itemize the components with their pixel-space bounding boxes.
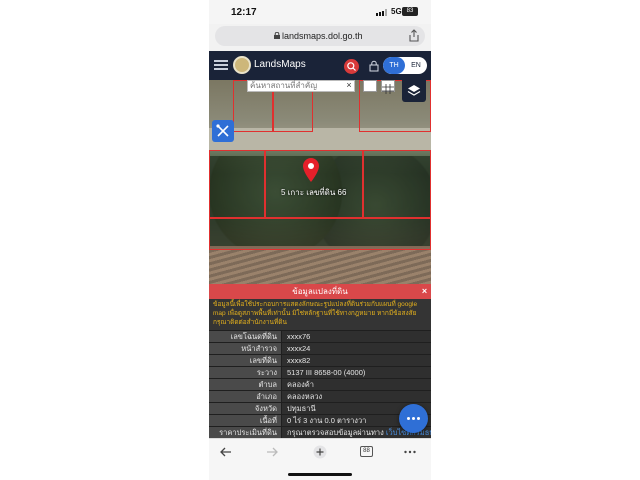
info-row: ตำบล คลองค้า: [209, 378, 431, 390]
info-row: ราคาประเมินที่ดิน กรุณาตรวจสอบข้อมูลผ่าน…: [209, 426, 431, 438]
info-label: เลขที่ดิน: [209, 355, 281, 366]
share-icon[interactable]: [408, 29, 420, 42]
address-bar[interactable]: landsmaps.dol.go.th: [215, 26, 425, 46]
grid-tool-button[interactable]: [381, 80, 395, 94]
browser-toolbar: 88: [209, 438, 431, 480]
app-brand: LandsMaps: [254, 59, 306, 70]
forward-arrow-icon[interactable]: [265, 445, 279, 459]
location-pin-icon[interactable]: [302, 157, 320, 183]
panel-close-button[interactable]: ×: [419, 286, 430, 297]
department-logo: [233, 56, 251, 74]
status-time: 12:17: [231, 7, 257, 18]
info-value: คลองหลวง: [281, 391, 431, 402]
info-label: จังหวัด: [209, 403, 281, 414]
place-search-input[interactable]: [250, 80, 340, 91]
phone-screen: 12:17 5G 83 landsmaps.dol.go.th LandsMap…: [209, 0, 431, 480]
appraisal-text: กรุณาตรวจสอบข้อมูลผ่านทาง: [287, 428, 384, 437]
info-label: ราคาประเมินที่ดิน: [209, 427, 281, 438]
back-arrow-icon[interactable]: [219, 445, 233, 459]
place-search-box[interactable]: [247, 80, 355, 92]
panel-title: ข้อมูลแปลงที่ดิน: [209, 284, 431, 299]
info-value: xxxx82: [281, 355, 431, 366]
parcel-boundary: [363, 150, 431, 218]
draw-tool-button[interactable]: [212, 120, 234, 142]
disclaimer-notice: ข้อมูลนี้เพื่อใช้ประกอบการแสดงลักษณะรูปแ…: [209, 299, 431, 330]
search-icon: [347, 62, 356, 71]
info-label: ระวาง: [209, 367, 281, 378]
hamburger-menu-icon[interactable]: [214, 60, 228, 70]
parcel-info-panel: ข้อมูลแปลงที่ดิน × ข้อมูลนี้เพื่อใช้ประก…: [209, 284, 431, 438]
info-row: เลขที่ดิน xxxx82: [209, 354, 431, 366]
info-label: หน้าสำรวจ: [209, 343, 281, 354]
lock-icon: [274, 32, 280, 39]
language-toggle[interactable]: TH EN: [383, 57, 427, 74]
info-label: เนื้อที่: [209, 415, 281, 426]
measure-tool-button[interactable]: [363, 80, 377, 92]
app-header: LandsMaps TH EN: [209, 51, 431, 80]
info-label: อำเภอ: [209, 391, 281, 402]
parcel-map-label: 5 เกาะ เลขที่ดิน 66: [281, 188, 347, 197]
info-label: เลขโฉนดที่ดิน: [209, 331, 281, 342]
lang-en-button[interactable]: EN: [405, 57, 427, 74]
parcel-boundary: [209, 218, 431, 250]
info-row: เลขโฉนดที่ดิน xxxx76: [209, 330, 431, 342]
signal-icon: [376, 9, 390, 16]
page-url: landsmaps.dol.go.th: [282, 31, 363, 41]
tools-icon: [216, 124, 229, 137]
info-value: 5137 III 8658-00 (4000): [281, 367, 431, 378]
status-bar: 12:17 5G 83: [209, 0, 431, 24]
map-field: [209, 250, 431, 284]
layers-icon: [407, 85, 421, 96]
info-value: xxxx24: [281, 343, 431, 354]
search-button[interactable]: [344, 59, 359, 74]
info-row: หน้าสำรวจ xxxx24: [209, 342, 431, 354]
info-value: xxxx76: [281, 331, 431, 342]
more-dots-icon[interactable]: [403, 445, 417, 459]
parcel-boundary: [209, 150, 265, 218]
info-label: ตำบล: [209, 379, 281, 390]
info-row: จังหวัด ปทุมธานี: [209, 402, 431, 414]
info-row: เนื้อที่ 0 ไร่ 3 งาน 0.0 ตารางวา: [209, 414, 431, 426]
battery-icon: 83: [402, 7, 418, 16]
satellite-map[interactable]: × 5 เกาะ เลขที่ดิน 66: [209, 80, 431, 284]
more-options-fab[interactable]: [399, 404, 428, 433]
new-tab-plus-icon[interactable]: [312, 445, 328, 459]
lang-th-button[interactable]: TH: [383, 57, 405, 74]
home-indicator[interactable]: [288, 473, 352, 476]
info-row: อำเภอ คลองหลวง: [209, 390, 431, 402]
network-type: 5G: [391, 7, 402, 16]
info-value: คลองค้า: [281, 379, 431, 390]
layers-button[interactable]: [402, 80, 426, 102]
info-row: ระวาง 5137 III 8658-00 (4000): [209, 366, 431, 378]
search-clear-button[interactable]: ×: [343, 80, 355, 92]
login-icon[interactable]: [369, 60, 379, 72]
tabs-count-button[interactable]: 88: [360, 446, 373, 457]
grid-icon: [382, 84, 394, 94]
